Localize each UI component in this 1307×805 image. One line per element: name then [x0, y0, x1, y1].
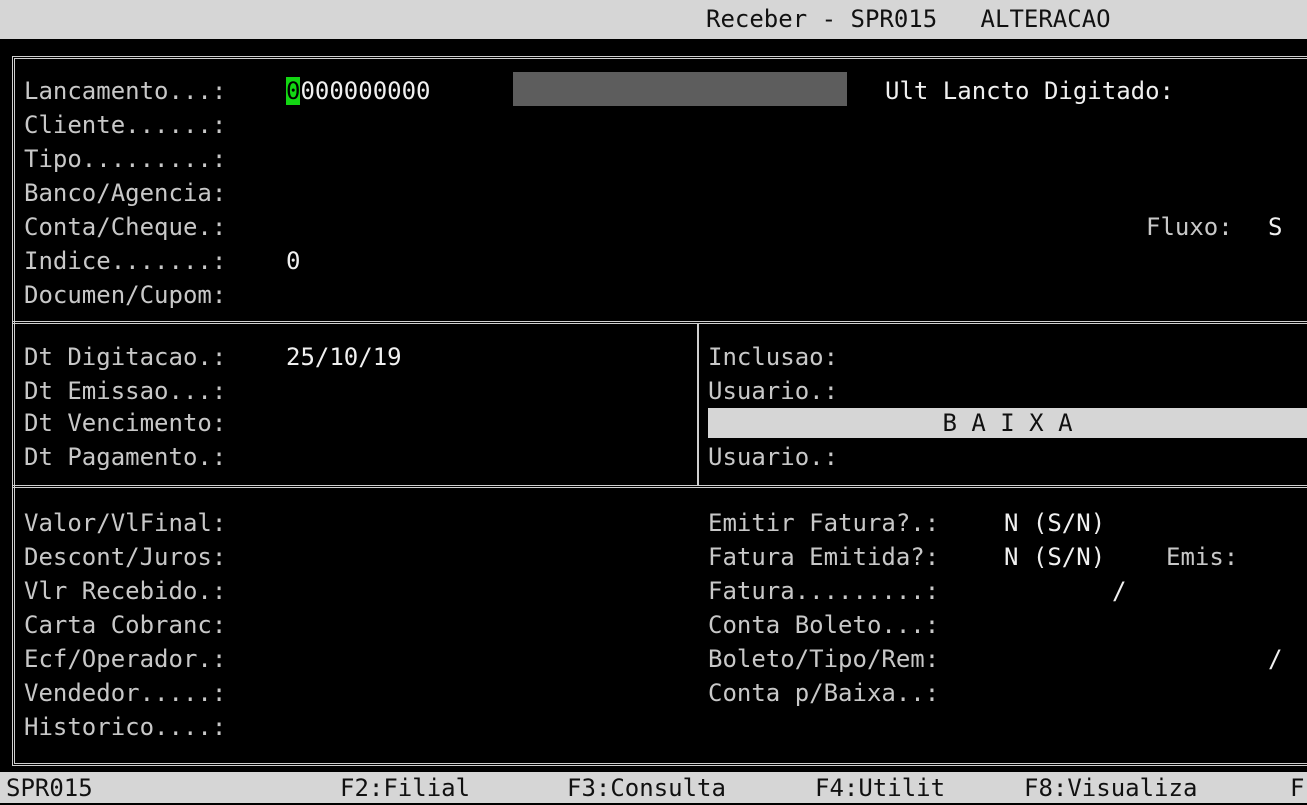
documen-cupom-label: Documen/Cupom: — [24, 281, 227, 309]
divider-vertical — [697, 323, 699, 485]
lancamento-value: 000000000 — [300, 77, 431, 105]
lancamento-field[interactable]: 0000000000 — [286, 74, 431, 108]
indice-label: Indice.......: — [24, 247, 227, 275]
ecf-operador-label: Ecf/Operador.: — [24, 645, 227, 673]
f4-utilit-key[interactable]: F4:Utilit — [815, 771, 945, 805]
inclusao-label: Inclusao: — [708, 343, 839, 371]
valor-vlfinal-label: Valor/VlFinal: — [24, 509, 227, 537]
fatura-label: Fatura.........: — [708, 577, 940, 605]
fluxo-label: Fluxo: — [1146, 213, 1233, 241]
vendedor-label: Vendedor.....: — [24, 679, 227, 707]
dt-pagamento-label: Dt Pagamento.: — [24, 443, 227, 471]
cliente-label: Cliente......: — [24, 111, 227, 139]
descont-juros-label: Descont/Juros: — [24, 543, 227, 571]
divider-1 — [12, 321, 1307, 324]
lancamento-description-box — [513, 72, 847, 106]
indice-value[interactable]: 0 — [286, 244, 300, 278]
function-key-bar: SPR015 F2:Filial F3:Consulta F4:Utilit F… — [0, 772, 1307, 803]
lancamento-label: Lancamento...: — [24, 77, 227, 105]
carta-cobranc-label: Carta Cobranc: — [24, 611, 227, 639]
conta-cheque-label: Conta/Cheque.: — [24, 213, 227, 241]
f8-visualiza-key[interactable]: F8:Visualiza — [1024, 771, 1197, 805]
banco-agencia-label: Banco/Agencia: — [24, 179, 227, 207]
fatura-emitida-value[interactable]: N (S/N) — [1004, 540, 1105, 574]
baixa-header: B A I X A — [708, 408, 1307, 438]
usuario-inclusao-label: Usuario.: — [708, 377, 839, 405]
conta-boleto-label: Conta Boleto...: — [708, 611, 940, 639]
more-keys-indicator[interactable]: F — [1290, 771, 1304, 805]
fluxo-value[interactable]: S — [1268, 210, 1282, 244]
emitir-fatura-value[interactable]: N (S/N) — [1004, 506, 1105, 540]
mode-label: ALTERACAO — [980, 5, 1111, 33]
vlr-recebido-label: Vlr Recebido.: — [24, 577, 227, 605]
historico-label: Historico....: — [24, 713, 227, 741]
program-code: SPR015 — [6, 774, 93, 802]
ult-lancto-label: Ult Lancto Digitado: — [885, 77, 1174, 105]
usuario-baixa-label: Usuario.: — [708, 443, 839, 471]
fatura-emitida-label: Fatura Emitida?: — [708, 543, 940, 571]
f2-filial-key[interactable]: F2:Filial — [340, 771, 470, 805]
text-cursor: 0 — [286, 77, 301, 105]
dt-digitacao-value[interactable]: 25/10/19 — [286, 340, 402, 374]
boleto-tipo-rem-label: Boleto/Tipo/Rem: — [708, 645, 940, 673]
dt-digitacao-label: Dt Digitacao.: — [24, 343, 227, 371]
dt-emissao-label: Dt Emissao...: — [24, 377, 227, 405]
window-title: Receber - SPR015 ALTERACAO — [706, 5, 1111, 33]
emitir-fatura-label: Emitir Fatura?.: — [708, 509, 940, 537]
tipo-label: Tipo.........: — [24, 145, 227, 173]
dt-vencimento-label: Dt Vencimento: — [24, 409, 227, 437]
fatura-separator: / — [1112, 577, 1127, 605]
divider-2 — [12, 485, 1307, 488]
conta-p-baixa-label: Conta p/Baixa..: — [708, 679, 940, 707]
title-bar: Receber - SPR015 ALTERACAO — [0, 0, 1307, 39]
f3-consulta-key[interactable]: F3:Consulta — [567, 771, 726, 805]
boleto-separator: / — [1268, 645, 1283, 673]
emis-label: Emis: — [1166, 543, 1239, 571]
